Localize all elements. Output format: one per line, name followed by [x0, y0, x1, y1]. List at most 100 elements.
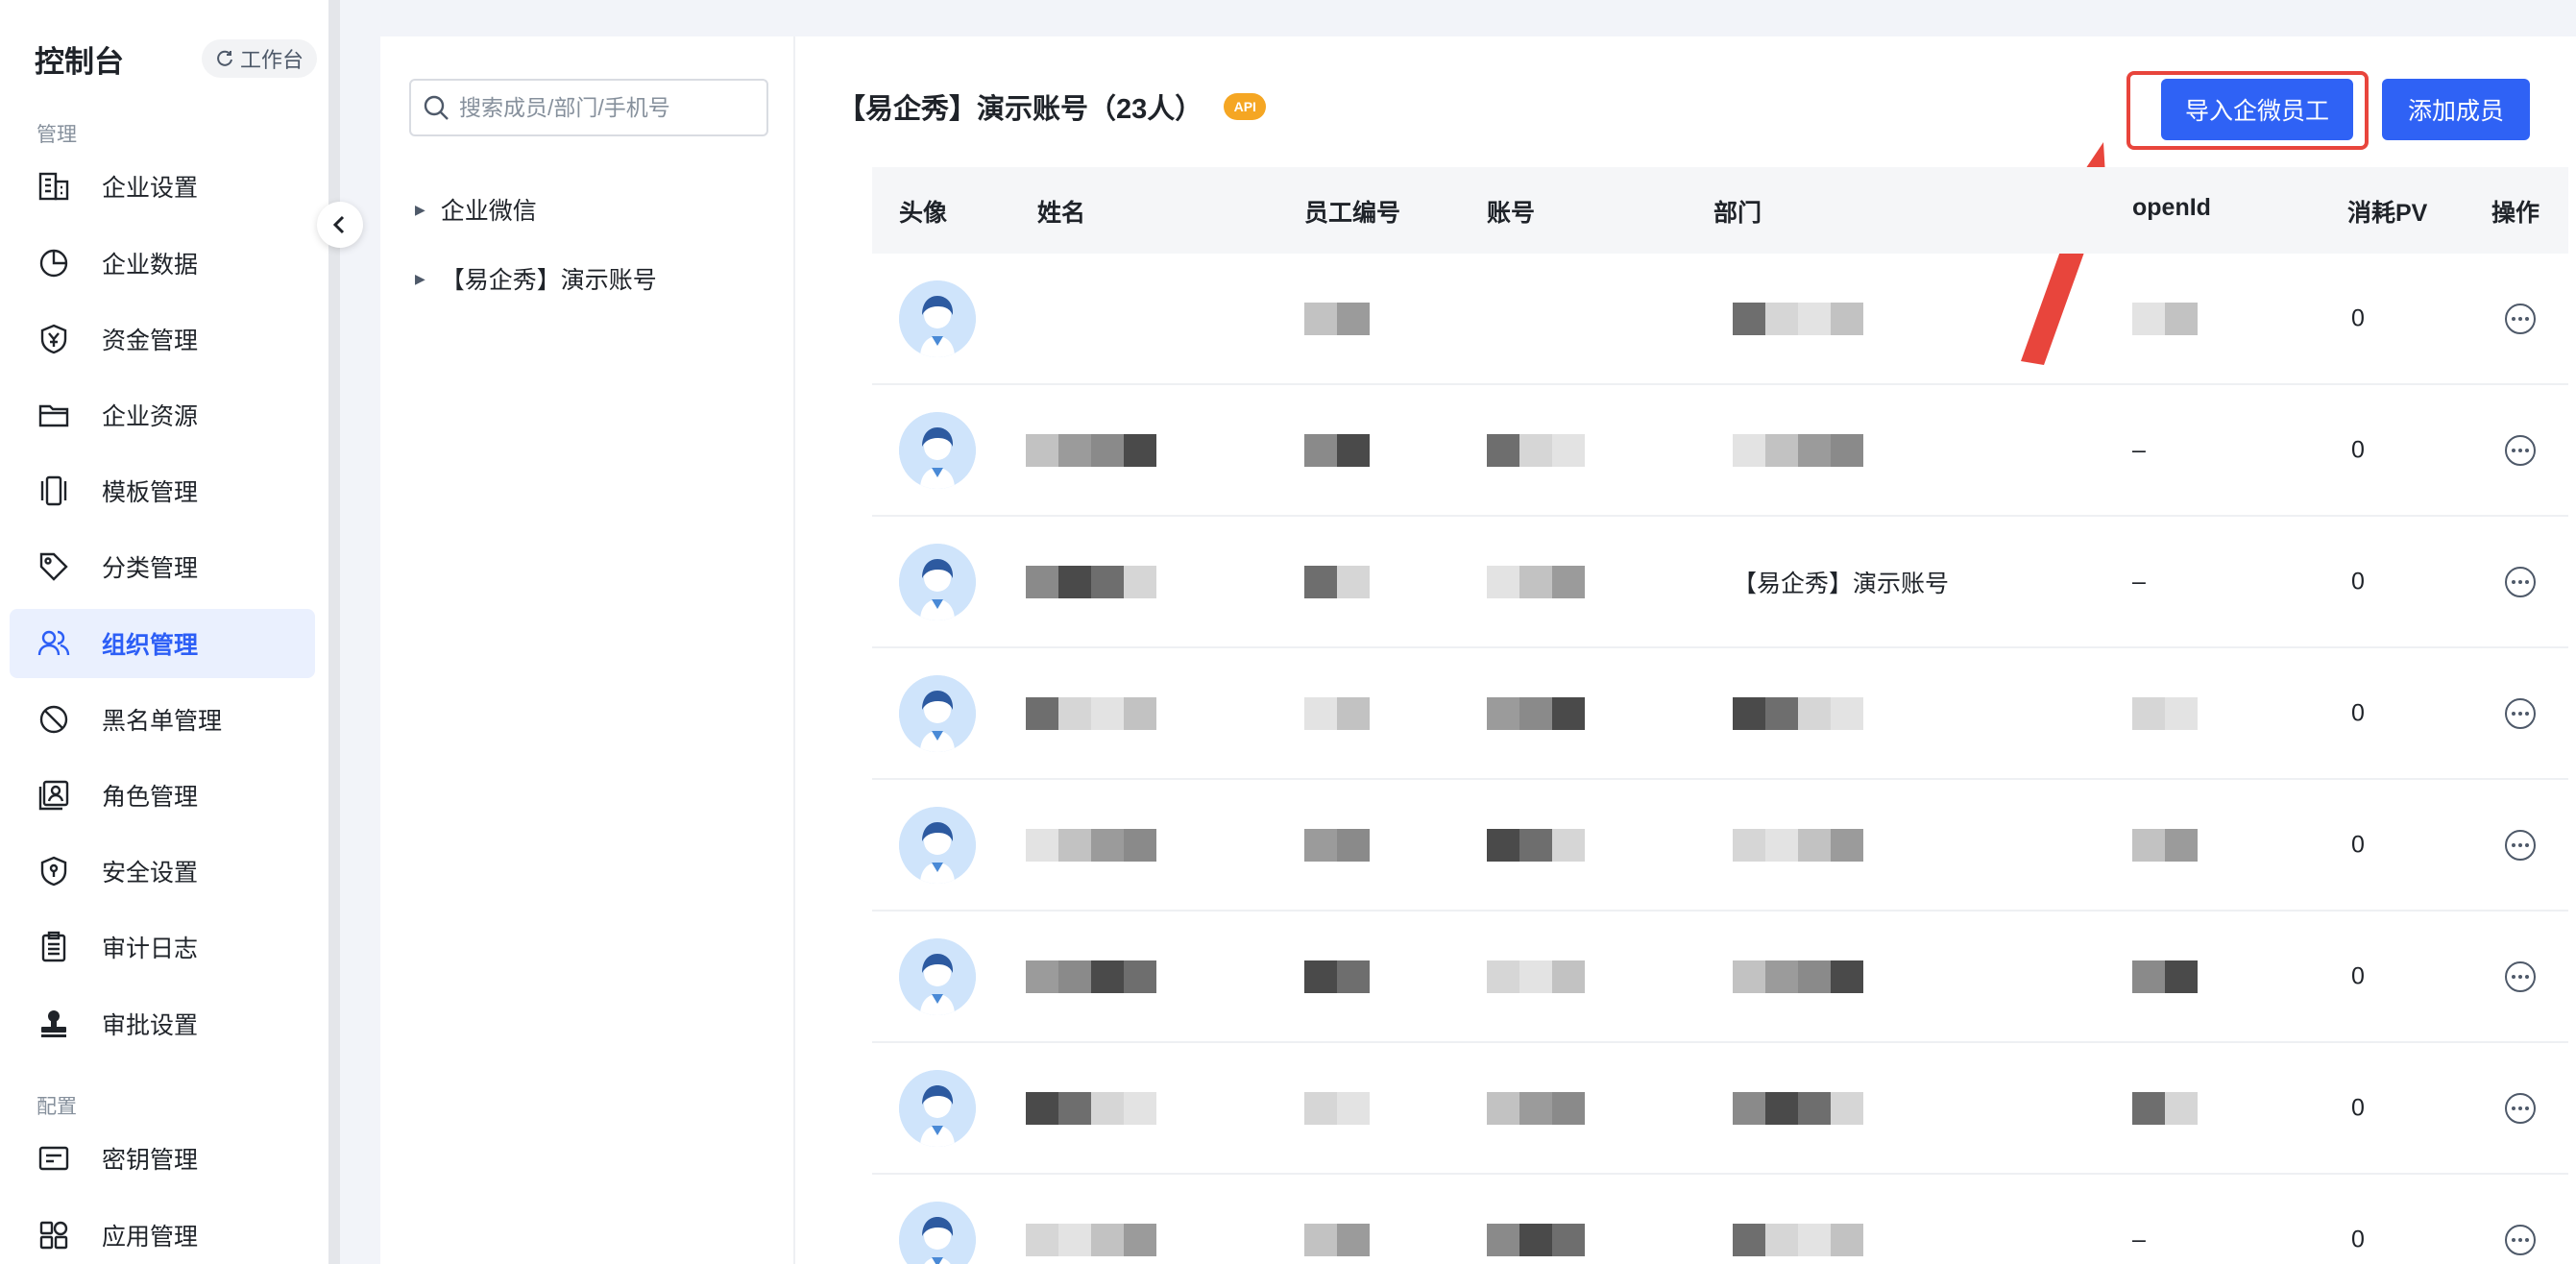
- sidebar-item-apps[interactable]: 应用管理: [10, 1201, 315, 1264]
- row-actions-button[interactable]: [2505, 434, 2536, 466]
- security-icon: [36, 854, 71, 888]
- more-icon[interactable]: [2505, 566, 2536, 597]
- avatar: [899, 1201, 976, 1264]
- table-row[interactable]: 【易企秀】演示账号 – 0: [872, 517, 2568, 648]
- cell-employee-no: [1304, 433, 1370, 467]
- redacted-block: [1487, 1091, 1585, 1125]
- redacted-block: [2132, 960, 2198, 993]
- sidebar-item-approval[interactable]: 审批设置: [10, 989, 315, 1058]
- caret-right-icon[interactable]: ▶: [415, 202, 425, 218]
- more-icon[interactable]: [2505, 960, 2536, 992]
- search-icon: [424, 95, 449, 120]
- more-icon[interactable]: [2505, 697, 2536, 729]
- row-actions-button[interactable]: [2505, 829, 2536, 861]
- more-icon[interactable]: [2505, 1092, 2536, 1124]
- group-label-manage: 管理: [36, 124, 77, 146]
- cell-employee-no: [1304, 960, 1370, 993]
- sidebar-item-funds[interactable]: 资金管理: [10, 304, 315, 374]
- table-row[interactable]: 0: [872, 1043, 2568, 1175]
- redacted-block: [1026, 828, 1156, 862]
- workbench-button[interactable]: 工作台: [201, 39, 317, 78]
- table-row[interactable]: 0: [872, 780, 2568, 912]
- sidebar-item-blacklist[interactable]: 黑名单管理: [10, 685, 315, 754]
- column-header-avatar: 头像: [899, 200, 948, 227]
- redacted-block: [2132, 1091, 2198, 1125]
- cell-employee-no: [1304, 696, 1370, 730]
- row-actions-button[interactable]: [2505, 1224, 2536, 1255]
- member-search-input[interactable]: [459, 94, 766, 121]
- tree-node-wecom[interactable]: ▶ 企业微信: [415, 190, 537, 229]
- caret-right-icon[interactable]: ▶: [415, 271, 425, 287]
- sidebar-item-enterprise-data[interactable]: 企业数据: [10, 229, 315, 298]
- row-actions-button[interactable]: [2505, 697, 2536, 729]
- chevron-left-icon: [332, 215, 345, 234]
- sidebar-item-resources[interactable]: 企业资源: [10, 380, 315, 450]
- cell-employee-no: [1304, 302, 1370, 335]
- redacted-block: [1733, 1223, 1863, 1256]
- sidebar-item-security[interactable]: 安全设置: [10, 837, 315, 906]
- redacted-block: [1733, 960, 1863, 993]
- cell-department: [1733, 1091, 1863, 1125]
- column-header-employee-no: 员工编号: [1304, 200, 1401, 227]
- cell-account: [1487, 828, 1585, 862]
- cell-openid: [2132, 302, 2198, 335]
- sidebar-item-enterprise-settings[interactable]: 企业设置: [10, 152, 315, 221]
- cell-name: [1026, 696, 1156, 730]
- row-actions-button[interactable]: [2505, 566, 2536, 597]
- redacted-block: [1304, 1223, 1370, 1256]
- redacted-block: [1487, 1223, 1585, 1256]
- cell-openid: –: [2132, 436, 2146, 463]
- avatar: [899, 937, 976, 1015]
- sidebar-item-audit-log[interactable]: 审计日志: [10, 912, 315, 982]
- column-header-account: 账号: [1487, 200, 1536, 227]
- redacted-block: [1487, 433, 1585, 467]
- row-actions-button[interactable]: [2505, 1092, 2536, 1124]
- tree-node-label: 【易企秀】演示账号: [440, 267, 657, 294]
- sidebar-item-keys[interactable]: 密钥管理: [10, 1124, 315, 1193]
- cell-department: [1733, 433, 1863, 467]
- sidebar-item-label: 企业数据: [102, 252, 199, 279]
- more-icon[interactable]: [2505, 434, 2536, 466]
- member-search-box[interactable]: [409, 79, 768, 136]
- add-member-button[interactable]: 添加成员: [2382, 79, 2530, 140]
- sidebar-item-label: 应用管理: [102, 1224, 199, 1251]
- redacted-block: [1026, 1091, 1156, 1125]
- cell-openid: [2132, 696, 2198, 730]
- sidebar-item-label: 模板管理: [102, 479, 199, 506]
- sidebar-item-organization[interactable]: 组织管理: [10, 609, 315, 678]
- more-icon[interactable]: [2505, 829, 2536, 861]
- api-badge: API: [1224, 93, 1267, 120]
- more-icon[interactable]: [2505, 1224, 2536, 1255]
- cell-name: [1026, 565, 1156, 598]
- sidebar-scrollbar[interactable]: [328, 0, 340, 1264]
- column-header-department: 部门: [1713, 200, 1762, 227]
- cell-pv: 0: [2351, 568, 2365, 595]
- table-row[interactable]: –0: [872, 385, 2568, 517]
- table-header: 头像 姓名 员工编号 账号 部门 openId 消耗PV 操作: [872, 167, 2568, 254]
- cell-openid: [2132, 1091, 2198, 1125]
- sidebar-item-roles[interactable]: 角色管理: [10, 761, 315, 830]
- sidebar-item-label: 角色管理: [102, 784, 199, 811]
- row-actions-button[interactable]: [2505, 303, 2536, 334]
- row-actions-button[interactable]: [2505, 960, 2536, 992]
- apps-icon: [36, 1218, 71, 1252]
- more-icon[interactable]: [2505, 303, 2536, 334]
- table-row[interactable]: 0: [872, 254, 2568, 385]
- collapse-sidebar-button[interactable]: [317, 202, 363, 248]
- sidebar-item-categories[interactable]: 分类管理: [10, 532, 315, 601]
- sidebar-item-templates[interactable]: 模板管理: [10, 456, 315, 525]
- tree-node-demo-account[interactable]: ▶ 【易企秀】演示账号: [415, 259, 657, 298]
- redacted-block: [1733, 302, 1863, 335]
- avatar: [899, 806, 976, 884]
- table-row[interactable]: –0: [872, 1175, 2568, 1264]
- users-icon: [36, 626, 71, 661]
- redacted-block: [1026, 565, 1156, 598]
- redacted-block: [1487, 696, 1585, 730]
- member-table: 头像 姓名 员工编号 账号 部门 openId 消耗PV 操作 0–0 【易企秀】…: [872, 167, 2568, 1264]
- redacted-block: [1304, 828, 1370, 862]
- clipboard-icon: [36, 930, 71, 964]
- redacted-block: [2132, 696, 2198, 730]
- table-row[interactable]: 0: [872, 912, 2568, 1043]
- table-row[interactable]: 0: [872, 648, 2568, 780]
- redacted-block: [1733, 433, 1863, 467]
